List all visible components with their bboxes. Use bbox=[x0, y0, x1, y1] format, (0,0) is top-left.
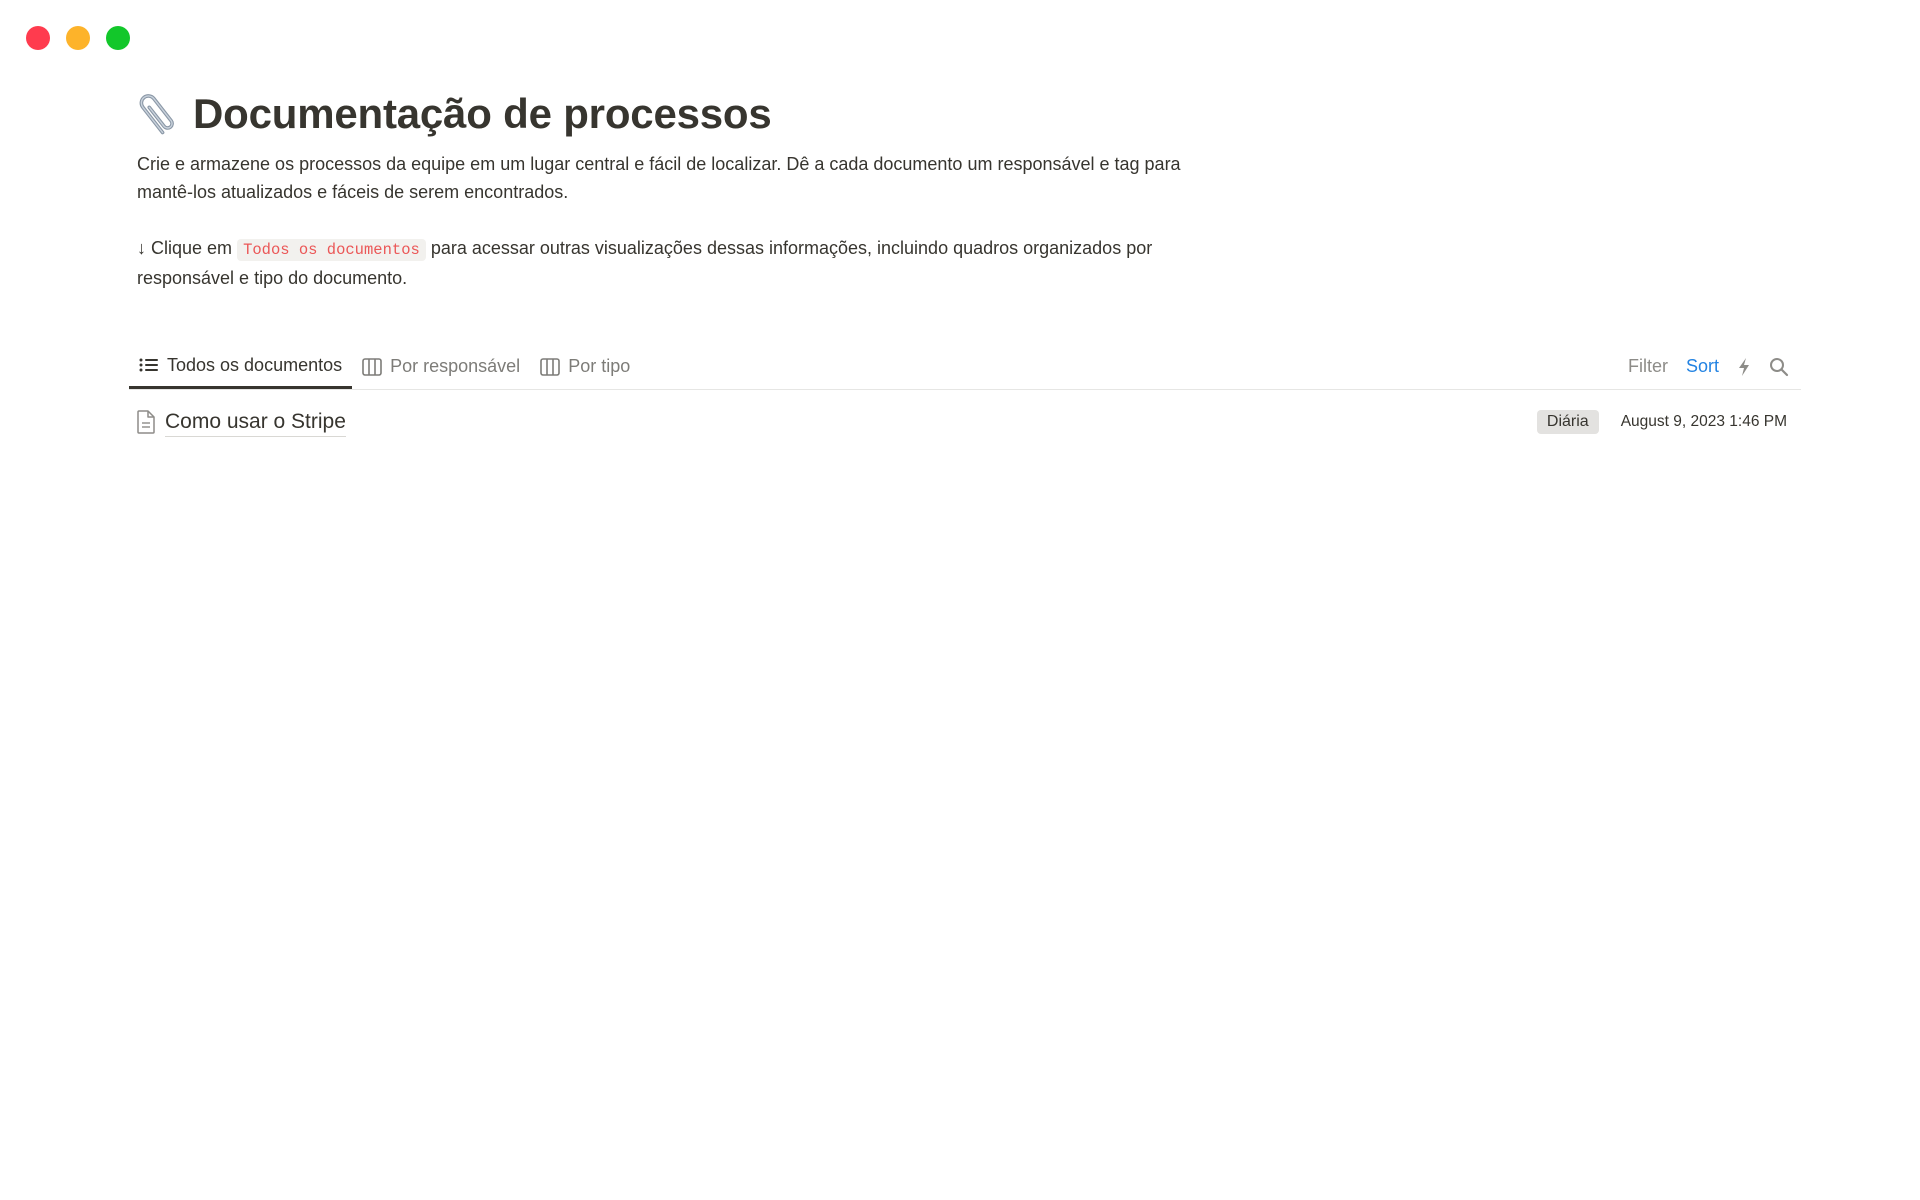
filter-button[interactable]: Filter bbox=[1628, 356, 1668, 377]
tab-label: Todos os documentos bbox=[167, 354, 343, 375]
search-icon[interactable] bbox=[1769, 357, 1789, 377]
board-icon bbox=[362, 357, 382, 376]
tab-todos-os-documentos[interactable]: Todos os documentos bbox=[129, 344, 353, 389]
page-content: Documentação de processos Crie e armazen… bbox=[131, 84, 1803, 292]
description-paragraph: Crie e armazene os processos da equipe e… bbox=[137, 154, 1181, 202]
row-properties: Diária August 9, 2023 1:46 PM bbox=[1536, 410, 1787, 434]
lightning-icon[interactable] bbox=[1737, 357, 1751, 377]
list-item[interactable]: Como usar o Stripe Diária August 9, 2023… bbox=[129, 400, 1801, 444]
close-window-button[interactable] bbox=[26, 26, 50, 50]
database-view-bar: Todos os documentos Por responsável Por … bbox=[129, 344, 1801, 390]
page-description: Crie e armazene os processos da equipe e… bbox=[137, 150, 1197, 292]
board-icon bbox=[540, 357, 560, 376]
maximize-window-button[interactable] bbox=[106, 26, 130, 50]
minimize-window-button[interactable] bbox=[66, 26, 90, 50]
tab-label: Por responsável bbox=[390, 356, 521, 376]
document-icon bbox=[131, 410, 161, 434]
app-window: Documentação de processos Crie e armazen… bbox=[0, 0, 1920, 1200]
inline-code-view-name: Todos os documentos bbox=[237, 239, 426, 261]
page-title[interactable]: Documentação de processos bbox=[193, 90, 772, 138]
sort-button[interactable]: Sort bbox=[1686, 356, 1719, 377]
view-toolbar: Filter Sort bbox=[1628, 344, 1789, 389]
tab-label: Por tipo bbox=[568, 356, 631, 376]
document-title-link[interactable]: Como usar o Stripe bbox=[165, 408, 346, 437]
view-tabs: Todos os documentos Por responsável Por … bbox=[129, 344, 1801, 389]
paperclip-icon[interactable] bbox=[131, 88, 183, 140]
description-instruction: ↓ Clique em Todos os documentos para ace… bbox=[137, 234, 1197, 292]
tab-por-tipo[interactable]: Por tipo bbox=[530, 344, 640, 389]
tab-por-responsavel[interactable]: Por responsável bbox=[352, 344, 530, 389]
list-icon bbox=[139, 357, 159, 373]
created-date: August 9, 2023 1:46 PM bbox=[1620, 413, 1787, 430]
type-tag[interactable]: Diária bbox=[1536, 410, 1599, 434]
window-controls bbox=[26, 26, 130, 50]
instruction-prefix: ↓ Clique em bbox=[137, 238, 233, 258]
page-header: Documentação de processos bbox=[131, 84, 1803, 144]
